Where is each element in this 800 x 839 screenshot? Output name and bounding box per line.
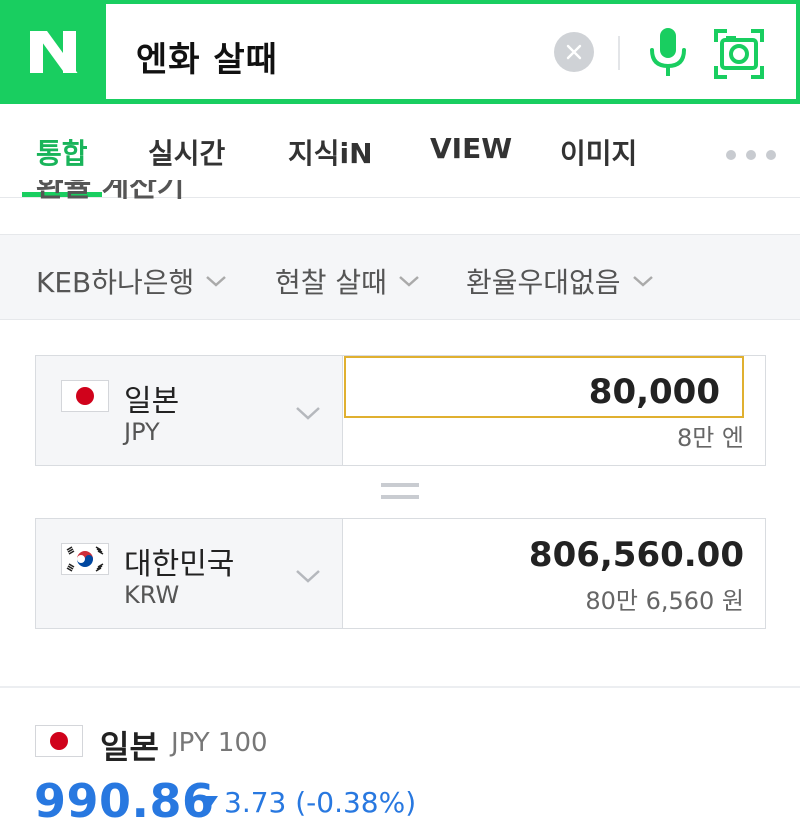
bank-select[interactable]: KEB하나은행 [36, 261, 228, 301]
search-box[interactable]: 엔화 살때 [106, 2, 798, 101]
rate-filter-bar: KEB하나은행 현찰 살때 환율우대없음 [0, 234, 800, 320]
lens-search-button[interactable] [713, 28, 765, 80]
to-amount-area[interactable]: 806,560.00 80만 6,560 원 [344, 519, 766, 628]
bank-select-label: KEB하나은행 [36, 266, 195, 299]
to-country: 대한민국 [124, 547, 235, 582]
japan-flag-icon [61, 380, 109, 412]
rate-change: 3.73 (-0.38%) [200, 786, 416, 819]
chevron-down-icon [399, 276, 419, 287]
camera-lens-icon [714, 29, 764, 79]
section-divider [0, 686, 800, 688]
from-currency-select[interactable]: 일본 JPY [36, 356, 343, 465]
japan-flag-icon [35, 725, 83, 757]
search-input[interactable]: 엔화 살때 [136, 32, 278, 81]
section-heading-partial: 환율 계산기 [36, 180, 185, 202]
from-amount-value: 80,000 [588, 372, 720, 412]
rate-unit: JPY 100 [171, 728, 268, 758]
rate-type-select[interactable]: 현찰 살때 [275, 261, 421, 301]
rate-country: 일본 [100, 728, 159, 766]
exchange-rate-value: 990.86 [34, 774, 215, 828]
preference-label: 환율우대없음 [466, 266, 621, 299]
to-amount-value: 806,560.00 [528, 535, 744, 575]
from-amount-words: 8만 엔 [676, 424, 744, 452]
equals-icon [381, 483, 419, 501]
tab-knowledge-in[interactable]: 지식iN [288, 132, 373, 172]
naver-logo-icon [30, 31, 78, 73]
to-currency-select[interactable]: 대한민국 KRW [36, 519, 343, 628]
voice-search-button[interactable] [644, 24, 692, 80]
preference-select[interactable]: 환율우대없음 [466, 261, 655, 301]
converter-from-row: 일본 JPY 80,000 8만 엔 [35, 355, 766, 466]
tab-integrated[interactable]: 통합 [36, 132, 88, 172]
tab-images[interactable]: 이미지 [560, 132, 637, 172]
header: 엔화 살때 [0, 0, 800, 104]
search-divider [618, 36, 620, 70]
from-country: 일본 [124, 384, 180, 419]
close-icon [566, 44, 582, 60]
chevron-down-icon [206, 276, 227, 287]
clear-button[interactable] [554, 32, 594, 72]
rate-type-label: 현찰 살때 [275, 266, 387, 299]
to-amount-words: 80만 6,560 원 [585, 587, 744, 615]
more-dots-icon[interactable] [726, 150, 776, 160]
rate-change-text: 3.73 (-0.38%) [224, 786, 417, 819]
microphone-icon [650, 28, 686, 76]
naver-logo[interactable] [0, 0, 106, 104]
chevron-down-icon [632, 276, 653, 287]
from-code: JPY [124, 418, 160, 446]
tab-realtime[interactable]: 실시간 [148, 132, 225, 172]
down-arrow-icon [200, 796, 218, 809]
korea-flag-icon [61, 543, 109, 575]
to-code: KRW [124, 581, 180, 609]
converter-to-row: 대한민국 KRW 806,560.00 80만 6,560 원 [35, 518, 766, 629]
from-amount-input[interactable]: 80,000 [344, 356, 744, 418]
from-amount-area: 80,000 8만 엔 [344, 356, 766, 465]
chevron-down-icon [296, 570, 320, 583]
chevron-down-icon [296, 407, 320, 420]
tab-view[interactable]: VIEW [430, 132, 512, 165]
